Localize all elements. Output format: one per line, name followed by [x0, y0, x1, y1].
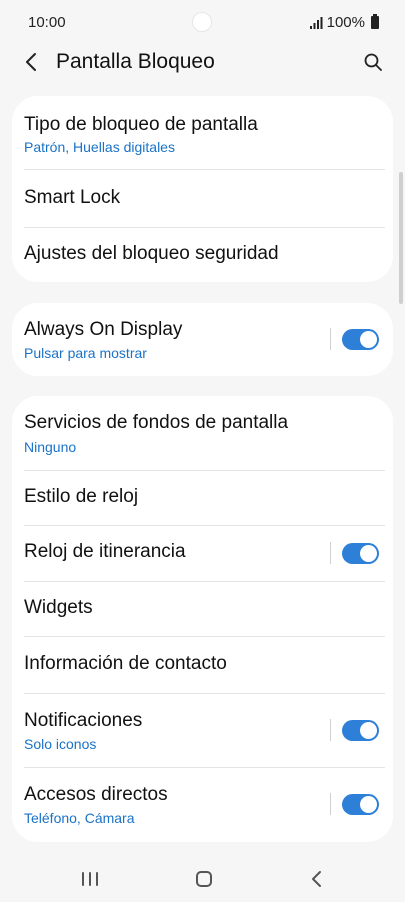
row-fondos-pantalla[interactable]: Servicios de fondos de pantalla Ninguno	[12, 396, 393, 471]
nav-back-icon[interactable]	[310, 870, 324, 888]
camera-cutout	[192, 12, 212, 32]
vertical-separator	[330, 542, 331, 564]
recents-icon[interactable]	[82, 872, 98, 886]
row-title: Smart Lock	[24, 187, 121, 208]
scroll-indicator[interactable]	[399, 172, 403, 304]
row-subtitle: Ninguno	[24, 439, 77, 455]
always-on-toggle[interactable]	[342, 329, 379, 350]
row-estilo-reloj[interactable]: Estilo de reloj	[12, 471, 393, 526]
page-title: Pantalla Bloqueo	[56, 50, 215, 73]
status-time: 10:00	[28, 14, 66, 31]
signal-icon	[309, 16, 323, 29]
row-title: Always On Display	[24, 319, 183, 340]
reloj-itinerancia-toggle[interactable]	[342, 543, 379, 564]
row-subtitle: Pulsar para mostrar	[24, 345, 147, 361]
navigation-bar	[0, 852, 405, 902]
search-icon[interactable]	[361, 50, 385, 74]
row-ajustes-bloqueo[interactable]: Ajustes del bloqueo seguridad	[12, 228, 393, 282]
row-subtitle: Solo iconos	[24, 736, 97, 752]
battery-icon	[371, 14, 379, 29]
vertical-separator	[330, 793, 331, 815]
row-title: Ajustes del bloqueo seguridad	[24, 243, 279, 264]
row-subtitle: Patrón, Huellas digitales	[24, 139, 175, 155]
status-icons: 100%	[309, 14, 379, 31]
accesos-directos-toggle[interactable]	[342, 794, 379, 815]
back-arrow-icon[interactable]	[20, 50, 44, 74]
row-title: Estilo de reloj	[24, 486, 139, 507]
row-accesos-directos[interactable]: Accesos directos Teléfono, Cámara	[12, 768, 393, 842]
card-always-on: Always On Display Pulsar para mostrar	[12, 303, 393, 376]
row-title: Accesos directos	[24, 784, 168, 805]
card-lock-screen-options: Servicios de fondos de pantalla Ninguno …	[12, 396, 393, 842]
row-informacion-contacto[interactable]: Información de contacto	[12, 637, 393, 694]
app-header: Pantalla Bloqueo	[0, 40, 405, 84]
status-bar: 10:00 100%	[0, 0, 405, 44]
row-notificaciones[interactable]: Notificaciones Solo iconos	[12, 694, 393, 768]
row-always-on-display[interactable]: Always On Display Pulsar para mostrar	[12, 303, 393, 376]
battery-percent: 100%	[326, 14, 365, 31]
row-tipo-bloqueo[interactable]: Tipo de bloqueo de pantalla Patrón, Huel…	[12, 96, 393, 170]
vertical-separator	[330, 719, 331, 741]
row-widgets[interactable]: Widgets	[12, 582, 393, 637]
row-title: Widgets	[24, 597, 93, 618]
row-title: Información de contacto	[24, 653, 227, 674]
notificaciones-toggle[interactable]	[342, 720, 379, 741]
row-title: Notificaciones	[24, 710, 143, 731]
row-title: Servicios de fondos de pantalla	[24, 412, 289, 433]
row-reloj-itinerancia[interactable]: Reloj de itinerancia	[12, 526, 393, 582]
home-icon[interactable]	[196, 871, 212, 887]
row-smart-lock[interactable]: Smart Lock	[12, 170, 393, 228]
card-lock-type: Tipo de bloqueo de pantalla Patrón, Huel…	[12, 96, 393, 282]
row-title: Tipo de bloqueo de pantalla	[24, 114, 258, 135]
row-title: Reloj de itinerancia	[24, 541, 186, 562]
row-subtitle: Teléfono, Cámara	[24, 810, 135, 826]
vertical-separator	[330, 328, 331, 350]
